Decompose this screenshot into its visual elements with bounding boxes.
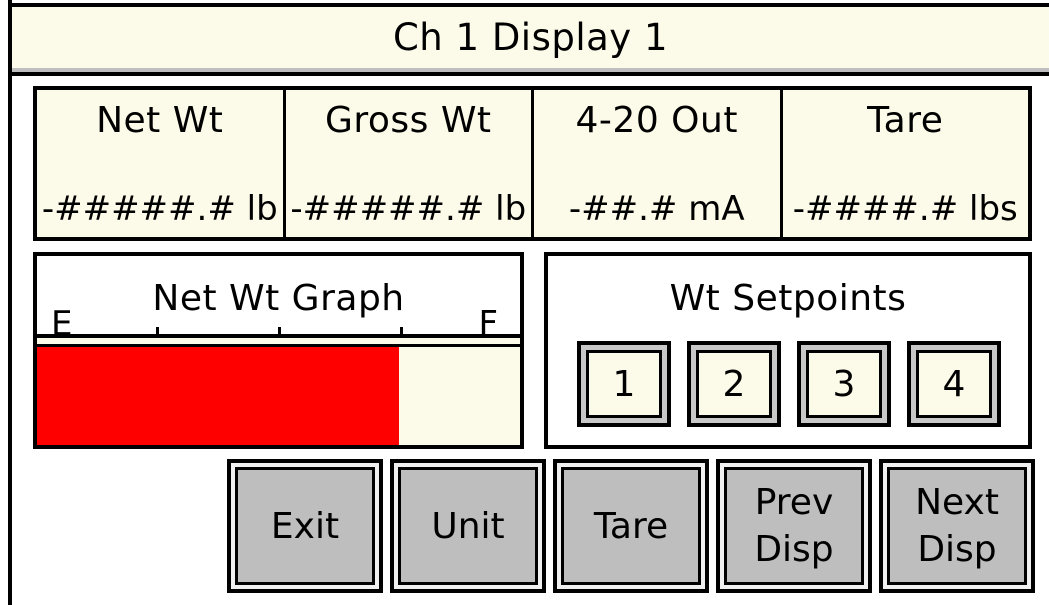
readout-4-20-out: 4-20 Out -##.# mA [534,90,783,237]
next-disp-button-label: Next Disp [887,467,1027,585]
net-wt-graph-panel: E Net Wt Graph F [33,252,524,449]
setpoint-3-button[interactable]: 3 [797,341,891,427]
readout-panel: Net Wt -#####.# lb Gross Wt -#####.# lb … [33,86,1032,241]
title-bar: Ch 1 Display 1 [8,3,1049,76]
setpoints-title: Wt Setpoints [669,278,907,319]
readout-value: -#####.# lb [290,189,527,229]
readout-value: -####.# lbs [792,189,1018,229]
readout-tare: Tare -####.# lbs [783,90,1029,237]
readout-label: Net Wt [96,100,224,141]
exit-button[interactable]: Exit [227,459,383,593]
exit-button-label: Exit [235,467,375,585]
prev-disp-button-label: Prev Disp [724,467,864,585]
next-disp-button[interactable]: Next Disp [879,459,1035,593]
setpoint-1-button[interactable]: 1 [577,341,671,427]
screen-frame-edge [8,0,12,605]
readout-value: -##.# mA [568,189,745,229]
readout-label: 4-20 Out [575,100,738,141]
wt-setpoints-panel: Wt Setpoints 1 2 3 4 [544,252,1032,449]
prev-disp-button[interactable]: Prev Disp [716,459,872,593]
graph-title: Net Wt Graph [152,278,405,319]
readout-gross-wt: Gross Wt -#####.# lb [286,90,534,237]
readout-value: -#####.# lb [41,189,278,229]
setpoint-label: 4 [916,350,992,418]
setpoint-label: 1 [586,350,662,418]
hmi-screen: Ch 1 Display 1 Net Wt -#####.# lb Gross … [0,0,1049,605]
page-title: Ch 1 Display 1 [392,16,669,59]
readout-label: Gross Wt [324,100,492,141]
setpoint-label: 3 [806,350,882,418]
setpoint-2-button[interactable]: 2 [687,341,781,427]
readout-label: Tare [867,100,944,141]
unit-button[interactable]: Unit [390,459,546,593]
setpoint-label: 2 [696,350,772,418]
readout-net-wt: Net Wt -#####.# lb [37,90,286,237]
setpoint-4-button[interactable]: 4 [907,341,1001,427]
graph-track [37,338,520,445]
graph-fill-bar [37,347,400,445]
tare-button-label: Tare [561,467,701,585]
tare-button[interactable]: Tare [553,459,709,593]
graph-track-rule [37,338,520,347]
title-bar-shadow [12,68,1049,72]
unit-button-label: Unit [398,467,538,585]
